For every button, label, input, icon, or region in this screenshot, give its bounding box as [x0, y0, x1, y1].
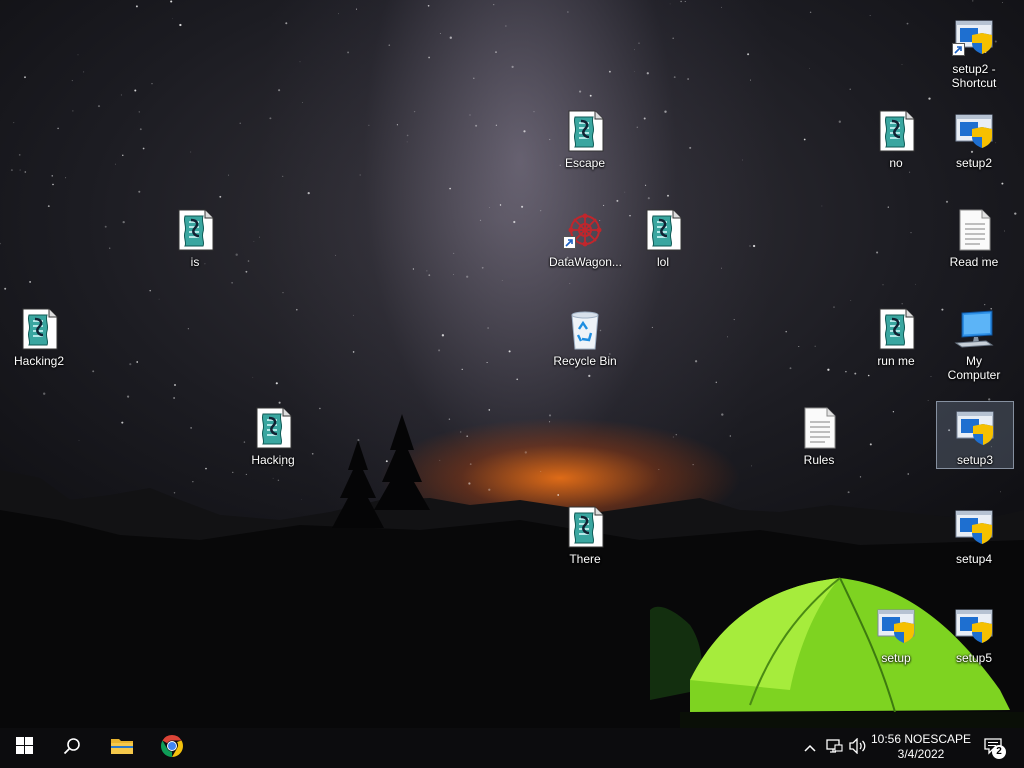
icon-label: DataWagon...	[549, 255, 622, 269]
icon-label: setup3	[956, 453, 994, 467]
network-icon	[825, 738, 843, 759]
chevron-up-icon	[804, 739, 816, 757]
installer-icon	[936, 15, 1012, 59]
icon-label: setup2 - Shortcut	[951, 62, 997, 90]
desktop-icon-my-computer[interactable]: My Computer	[935, 302, 1013, 383]
shortcut-arrow-icon	[952, 43, 965, 56]
text-file-icon	[781, 406, 857, 450]
icon-label: Hacking2	[13, 354, 65, 368]
desktop-icon-setup2-shortcut[interactable]: setup2 - Shortcut	[935, 10, 1013, 91]
desktop-icon-there[interactable]: There	[546, 500, 624, 567]
desktop-icon-hacking[interactable]: Hacking	[234, 401, 312, 468]
icon-label: lol	[656, 255, 669, 269]
script-file-icon	[235, 406, 311, 450]
installer-icon	[858, 604, 934, 648]
icon-label: There	[569, 552, 601, 566]
installer-icon	[936, 505, 1012, 549]
script-file-icon	[858, 109, 934, 153]
computer-icon	[936, 307, 1012, 351]
script-file-icon	[625, 208, 701, 252]
folder-icon	[110, 736, 134, 761]
desktop-icon-setup[interactable]: setup	[857, 599, 935, 666]
datawagon-app-icon	[547, 208, 623, 252]
desktop-icon-recycle-bin[interactable]: Recycle Bin	[546, 302, 624, 369]
shortcut-arrow-icon	[563, 236, 576, 249]
icon-label: Read me	[949, 255, 999, 269]
installer-icon	[936, 109, 1012, 153]
desktop-icon-setup4[interactable]: setup4	[935, 500, 1013, 567]
clock[interactable]: 10:56 NOESCAPE 3/4/2022	[868, 732, 974, 762]
desktop-icon-escape[interactable]: Escape	[546, 104, 624, 171]
show-hidden-icons-button[interactable]	[800, 728, 820, 768]
icon-label: Hacking	[251, 453, 295, 467]
windows-logo-icon	[15, 737, 33, 759]
recycle-bin-icon	[547, 307, 623, 351]
start-button[interactable]	[0, 728, 48, 768]
icon-label: is	[190, 255, 200, 269]
notification-icon: 2	[983, 737, 1006, 759]
icon-label: setup2	[955, 156, 993, 170]
search-button[interactable]	[48, 728, 96, 768]
desktop-icon-setup3[interactable]: setup3	[936, 401, 1014, 469]
desktop-icon-rules[interactable]: Rules	[780, 401, 858, 468]
icon-label: setup5	[955, 651, 993, 665]
action-center-button[interactable]: 2	[978, 728, 1010, 768]
desktop-icon-read-me[interactable]: Read me	[935, 203, 1013, 270]
script-file-icon	[547, 109, 623, 153]
desktop-icon-hacking2[interactable]: Hacking2	[0, 302, 78, 369]
network-tray-button[interactable]	[822, 728, 846, 768]
desktop-icon-datawagon[interactable]: DataWagon...	[546, 203, 624, 270]
clock-time: 10:56 NOESCAPE	[870, 732, 972, 746]
icon-label: Recycle Bin	[553, 354, 617, 368]
desktop-icon-lol[interactable]: lol	[624, 203, 702, 270]
script-file-icon	[547, 505, 623, 549]
volume-tray-button[interactable]	[846, 728, 870, 768]
file-explorer-button[interactable]	[98, 728, 146, 768]
desktop-icon-run-me[interactable]: run me	[857, 302, 935, 369]
chrome-button[interactable]	[148, 728, 196, 768]
speaker-icon	[848, 736, 868, 759]
desktop[interactable]: setup2 - Shortcut Escape no setup2 is Da…	[0, 0, 1024, 728]
script-file-icon	[858, 307, 934, 351]
desktop-icon-is[interactable]: is	[156, 203, 234, 270]
desktop-icon-no[interactable]: no	[857, 104, 935, 171]
desktop-icon-setup2[interactable]: setup2	[935, 104, 1013, 171]
icon-label: Rules	[803, 453, 835, 467]
icon-label: no	[889, 156, 903, 170]
clock-date: 3/4/2022	[897, 747, 945, 761]
icon-label: My Computer	[947, 354, 1001, 382]
icon-label: Escape	[564, 156, 606, 170]
script-file-icon	[157, 208, 233, 252]
text-file-icon	[936, 208, 1012, 252]
icon-label: run me	[877, 354, 915, 368]
icon-label: setup	[881, 651, 911, 665]
installer-icon	[937, 406, 1013, 450]
notification-count-badge: 2	[992, 745, 1006, 759]
icon-label: setup4	[955, 552, 993, 566]
installer-icon	[936, 604, 1012, 648]
script-file-icon	[1, 307, 77, 351]
taskbar: 10:56 NOESCAPE 3/4/2022 2	[0, 728, 1024, 768]
chrome-icon	[160, 734, 184, 763]
desktop-icon-setup5[interactable]: setup5	[935, 599, 1013, 666]
search-icon	[63, 737, 81, 760]
